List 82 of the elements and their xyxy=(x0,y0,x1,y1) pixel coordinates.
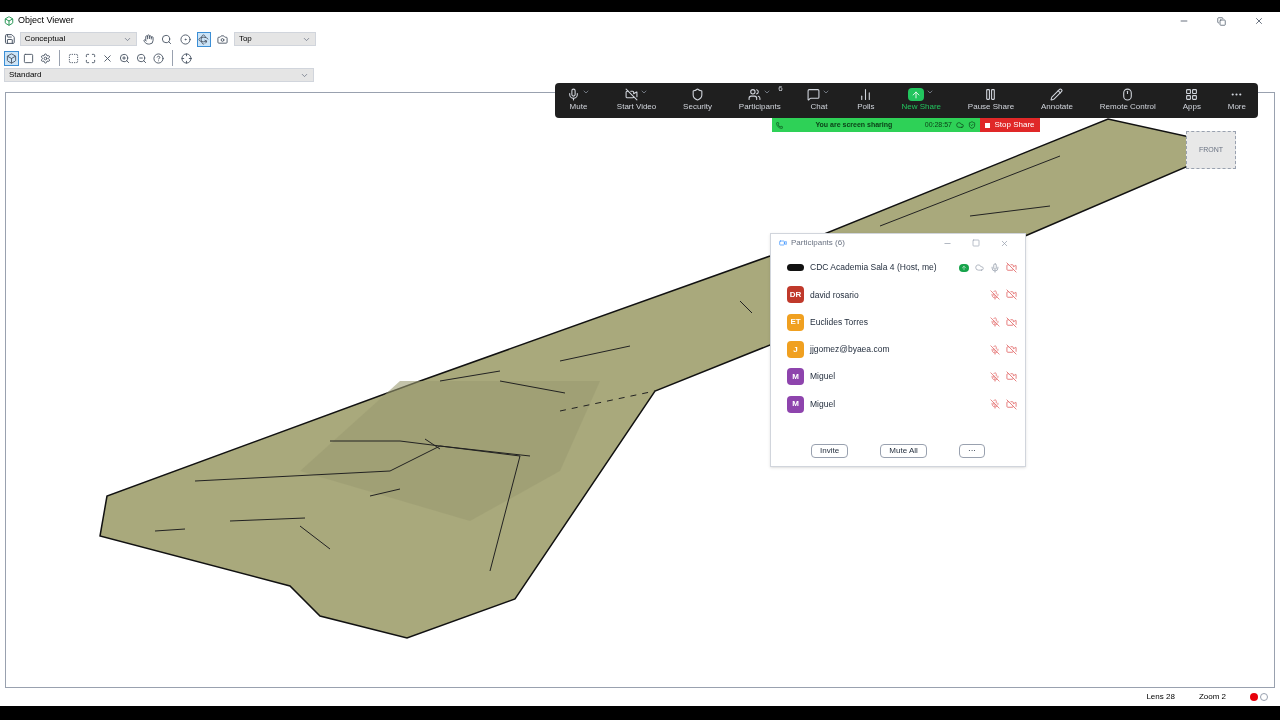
zoom-icon xyxy=(161,33,173,45)
security-meeting-button[interactable]: Security xyxy=(679,88,716,113)
window-title: Object Viewer xyxy=(18,14,75,28)
zoom-in-icon xyxy=(119,52,130,64)
cloud-icon xyxy=(975,263,984,273)
pause-icon xyxy=(984,88,998,101)
participant-row[interactable]: DR david rosario xyxy=(771,281,1025,309)
participant-name: Miguel xyxy=(810,370,837,384)
apps-icon xyxy=(1185,88,1199,101)
participant-avatar: ET xyxy=(787,313,804,331)
pan-icon xyxy=(142,33,154,45)
video-meeting-button[interactable]: Start Video xyxy=(612,88,661,113)
participant-name: david rosario xyxy=(810,288,860,302)
orbit-icon xyxy=(198,33,210,45)
zoom-help-icon xyxy=(153,52,164,64)
share-icon xyxy=(911,89,922,100)
participant-name: CDC Academia Sala 4 (Host, me) xyxy=(810,261,938,274)
zoom-status: Zoom 2 xyxy=(1198,691,1226,703)
mute-meeting-button[interactable]: Mute xyxy=(563,88,594,113)
camera-icon xyxy=(217,33,229,45)
participant-row[interactable]: ET Euclides Torres xyxy=(771,308,1025,336)
pause-meeting-button[interactable]: Pause Share xyxy=(963,88,1019,113)
chat-meeting-button[interactable]: Chat xyxy=(803,88,835,113)
cloud-icon xyxy=(956,121,964,129)
lens-status: Lens 28 xyxy=(1146,691,1175,703)
shaded-tool-button[interactable] xyxy=(4,50,19,66)
box-icon xyxy=(23,52,34,64)
participant-avatar: DR xyxy=(787,286,804,304)
participant-row[interactable]: M Miguel xyxy=(771,390,1025,418)
target-icon xyxy=(181,52,192,64)
app-icon xyxy=(779,239,787,247)
participant-row[interactable]: J jjgomez@byaea.com xyxy=(771,335,1025,364)
participants-title: Participants (6) xyxy=(791,237,846,249)
zoom-window-icon xyxy=(68,52,79,64)
participants-icon xyxy=(748,88,762,101)
share-meeting-button[interactable]: New Share xyxy=(897,88,946,113)
stop-share-button[interactable]: Stop Share xyxy=(980,118,1040,132)
caret-icon[interactable] xyxy=(926,88,935,96)
annotate-meeting-button[interactable]: Annotate xyxy=(1036,88,1077,113)
target-tool-button[interactable] xyxy=(179,50,194,66)
shaded-icon xyxy=(6,52,17,64)
apps-meeting-button[interactable]: Apps xyxy=(1178,88,1205,113)
settings-icon xyxy=(40,52,51,64)
polls-meeting-button[interactable]: Polls xyxy=(853,88,879,113)
caret-icon[interactable] xyxy=(763,88,772,96)
pan-tool-button[interactable] xyxy=(140,31,156,47)
zoom-help-tool-button[interactable] xyxy=(151,50,166,66)
participant-row[interactable]: CDC Academia Sala 4 (Host, me) xyxy=(771,254,1025,282)
more-options-button[interactable]: ··· xyxy=(959,444,985,458)
chat-icon xyxy=(807,88,821,101)
participant-avatar: M xyxy=(787,395,804,413)
save-icon[interactable] xyxy=(4,33,16,45)
restore-icon[interactable] xyxy=(1217,16,1226,26)
more-meeting-button[interactable]: More xyxy=(1223,88,1250,113)
remote-meeting-button[interactable]: Remote Control xyxy=(1095,88,1160,113)
caret-icon[interactable] xyxy=(582,88,590,96)
video-icon xyxy=(625,88,639,101)
phone-icon[interactable] xyxy=(776,121,783,129)
annotate-icon xyxy=(1050,88,1064,101)
panel-button[interactable]: Invite xyxy=(811,444,849,458)
caret-icon[interactable] xyxy=(822,88,831,96)
view-dropdown[interactable]: Top xyxy=(233,32,316,46)
participant-name: jjgomez@byaea.com xyxy=(810,343,891,356)
participant-avatar: J xyxy=(787,341,804,359)
participant-row[interactable]: M Miguel xyxy=(771,363,1025,391)
settings-tool-button[interactable] xyxy=(38,50,53,66)
participant-name: Euclides Torres xyxy=(810,315,869,329)
preset-dropdown[interactable]: Standard xyxy=(4,68,314,82)
polls-icon xyxy=(859,88,873,101)
orbit-tool-button[interactable] xyxy=(196,31,212,47)
visual-style-dropdown[interactable]: Conceptual xyxy=(19,32,137,46)
zoom-extents-icon xyxy=(85,52,96,64)
participant-name: Miguel xyxy=(810,397,837,411)
shield-icon xyxy=(968,121,976,129)
app-icon xyxy=(4,16,14,26)
mute-icon xyxy=(567,88,580,101)
panel-button[interactable]: Mute All xyxy=(880,444,927,458)
close-icon[interactable] xyxy=(1254,16,1264,26)
zoom-out-icon xyxy=(136,52,147,64)
security-icon xyxy=(691,88,705,101)
participant-avatar: M xyxy=(787,368,804,386)
caret-icon[interactable] xyxy=(640,88,649,96)
